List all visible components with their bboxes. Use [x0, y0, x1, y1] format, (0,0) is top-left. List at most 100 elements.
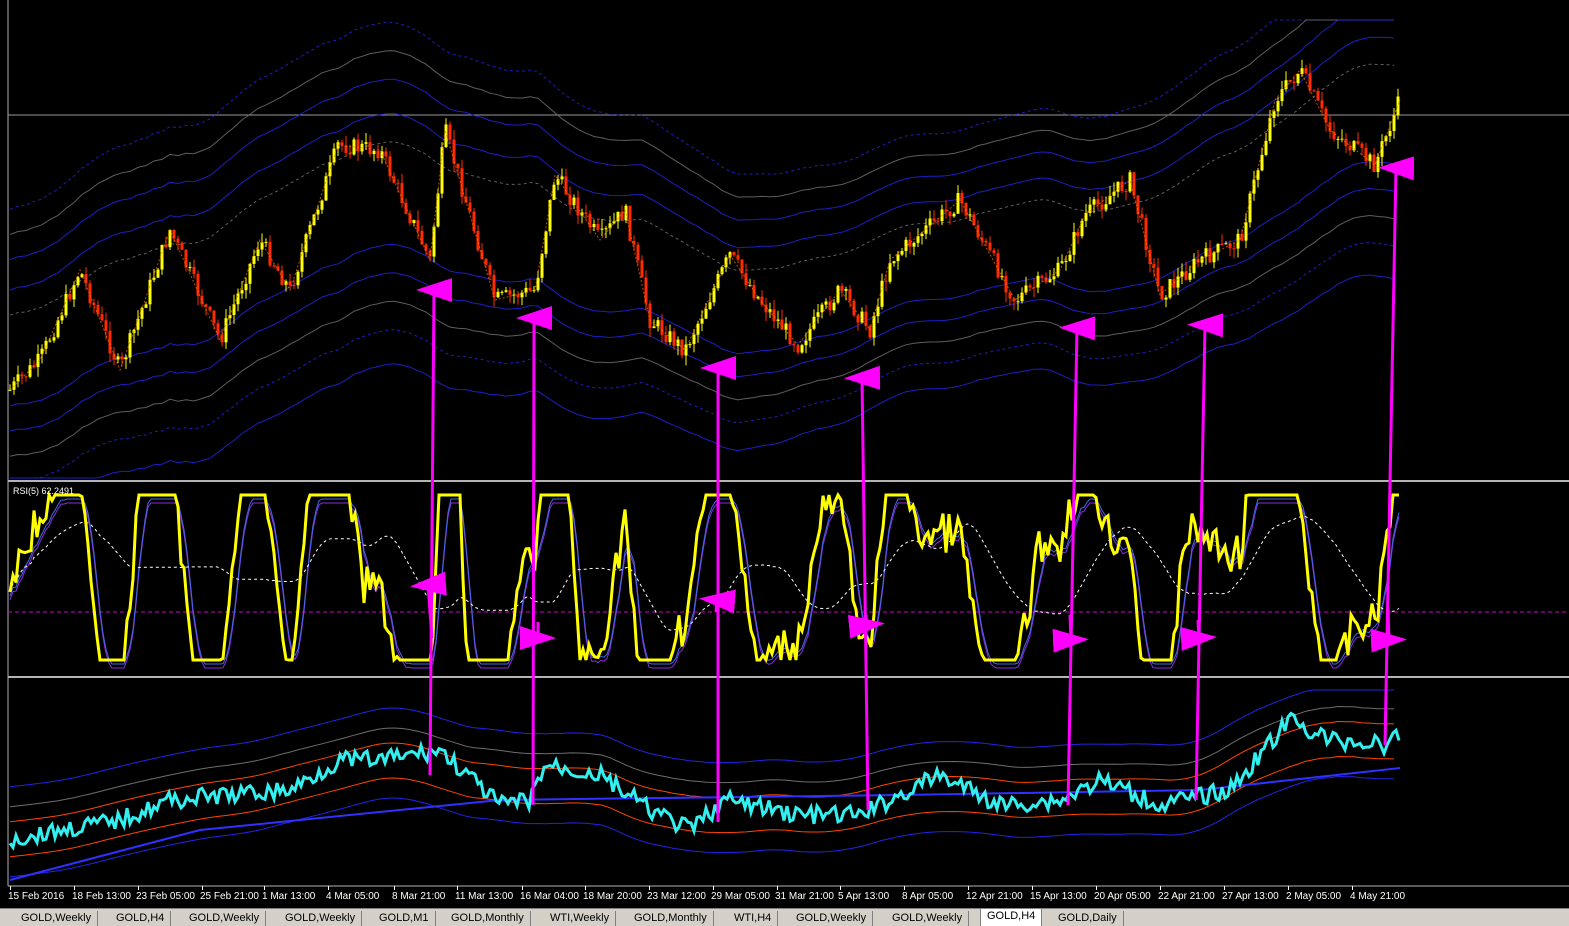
candle-body [1368, 154, 1372, 161]
candle-body [528, 287, 532, 291]
chart-tab[interactable]: WTI,Weekly [544, 911, 617, 926]
candle-body [1056, 262, 1060, 277]
x-axis-label: 27 Apr 13:00 [1222, 891, 1279, 902]
chart-tab[interactable]: GOLD,Monthly [445, 911, 531, 926]
candle-body [1396, 96, 1400, 116]
candle-body [804, 340, 808, 346]
candle-body [704, 309, 708, 319]
candle-body [124, 357, 128, 360]
candle-body [1268, 117, 1272, 141]
x-axis-tick [968, 886, 969, 890]
candle-body [1388, 130, 1392, 137]
candle-body [368, 142, 372, 155]
candle-body [1024, 285, 1028, 293]
chart-canvas[interactable] [0, 0, 1569, 908]
candle-body [1328, 122, 1332, 132]
candle-body [700, 318, 704, 324]
candle-body [1344, 138, 1348, 147]
candle-body [408, 213, 412, 223]
rsi-indicator-label: RSI(5) 62.2491 [13, 486, 75, 496]
candle-body [376, 150, 380, 159]
candle-body [740, 259, 744, 274]
candle-body [324, 176, 328, 201]
chart-tab[interactable]: GOLD,H4 [110, 911, 172, 926]
chart-tab[interactable]: GOLD,Weekly [279, 911, 363, 926]
candle-body [588, 213, 592, 228]
candle-body [788, 323, 792, 345]
candle-body [500, 291, 504, 293]
x-axis-label: 8 Mar 21:00 [392, 891, 446, 902]
candle-body [364, 142, 368, 144]
candle-body [652, 326, 656, 329]
candle-body [692, 334, 696, 345]
candle-body [904, 239, 908, 251]
candle-body [460, 168, 464, 197]
chart-tab[interactable]: WTI,H4 [728, 911, 779, 926]
candle-body [240, 290, 244, 294]
chart-tab[interactable]: GOLD,H4 [980, 909, 1043, 926]
x-axis-label: 31 Mar 21:00 [775, 891, 834, 902]
candle-body [168, 229, 172, 248]
x-axis-label: 22 Apr 21:00 [1158, 891, 1215, 902]
candle-body [232, 304, 236, 315]
candle-body [908, 239, 912, 247]
candle-body [468, 202, 472, 212]
candle-body [1076, 232, 1080, 237]
x-axis-tick [1352, 886, 1353, 890]
candle-body [992, 250, 996, 254]
x-axis-tick [649, 886, 650, 890]
chart-tab[interactable]: GOLD,Weekly [183, 911, 267, 926]
candle-body [828, 301, 832, 311]
x-axis-label: 5 Apr 13:00 [838, 891, 890, 902]
candle-body [1132, 172, 1136, 196]
candle-body [28, 365, 32, 377]
x-axis-tick [74, 886, 75, 890]
candle-body [496, 291, 500, 298]
candle-body [1252, 179, 1256, 194]
candle-body [984, 240, 988, 243]
candle-body [1124, 191, 1128, 193]
candle-body [888, 263, 892, 282]
candle-body [1272, 111, 1276, 118]
candle-body [1108, 195, 1112, 205]
candle-body [1316, 90, 1320, 101]
candle-body [192, 266, 196, 274]
candle-body [540, 253, 544, 278]
chart-tab[interactable]: GOLD,Daily [1052, 911, 1124, 926]
candle-body [448, 124, 452, 140]
candle-body [708, 302, 712, 310]
candle-body [604, 228, 608, 230]
candle-body [1304, 68, 1308, 74]
x-axis-label: 23 Mar 12:00 [647, 891, 706, 902]
candle-body [1188, 273, 1192, 280]
candle-body [568, 194, 572, 206]
candle-body [1292, 81, 1296, 84]
chart-tab[interactable]: GOLD,Weekly [790, 911, 874, 926]
chart-tab[interactable]: GOLD,Weekly [15, 911, 99, 926]
x-axis-label: 18 Mar 20:00 [583, 891, 642, 902]
candle-body [1356, 141, 1360, 144]
candle-body [184, 249, 188, 268]
candle-body [1244, 222, 1248, 241]
candle-body [660, 320, 664, 335]
chart-tab[interactable]: GOLD,Weekly [886, 911, 970, 926]
candle-body [1324, 108, 1328, 123]
candle-body [800, 345, 804, 353]
x-axis-label: 2 May 05:00 [1286, 891, 1342, 902]
candle-body [968, 214, 972, 216]
candle-body [1224, 243, 1228, 245]
chart-tab[interactable]: GOLD,Monthly [628, 911, 714, 926]
chart-tab[interactable]: GOLD,M1 [373, 911, 436, 926]
candle-body [732, 252, 736, 256]
candle-body [672, 331, 676, 346]
x-axis-tick [457, 886, 458, 890]
candle-body [896, 254, 900, 262]
candle-body [892, 261, 896, 264]
candle-body [1248, 193, 1252, 223]
candle-body [1256, 170, 1260, 180]
candle-body [760, 296, 764, 305]
candle-body [1040, 275, 1044, 278]
candle-body [1320, 100, 1324, 109]
candle-body [840, 285, 844, 291]
candle-body [188, 266, 192, 268]
